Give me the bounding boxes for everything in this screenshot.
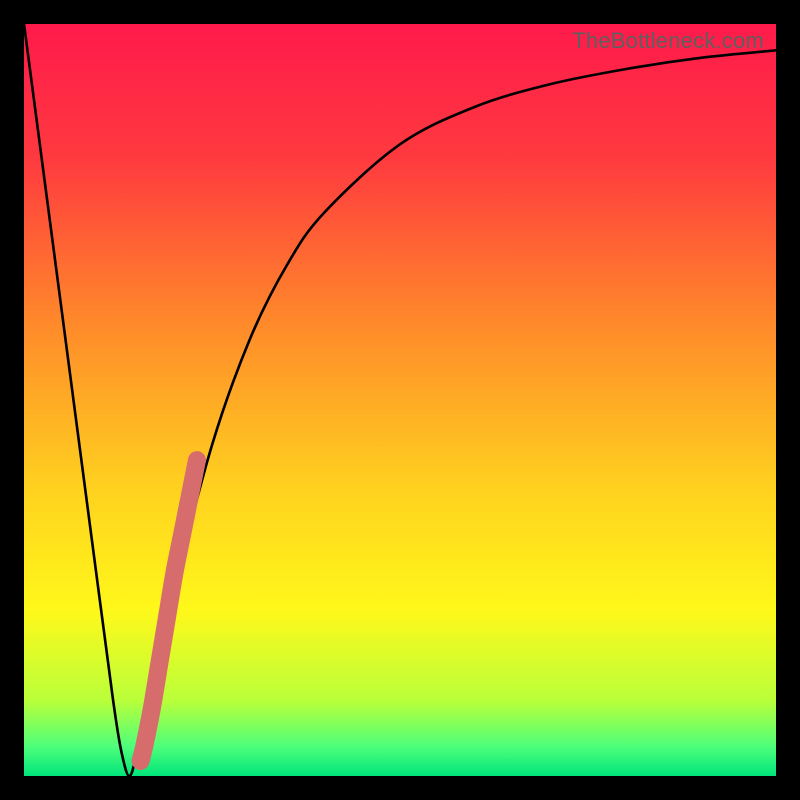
highlight-segment — [141, 460, 197, 761]
curve-layer — [24, 24, 776, 776]
plot-area: TheBottleneck.com — [24, 24, 776, 776]
attribution-label: TheBottleneck.com — [572, 28, 764, 54]
chart-frame: TheBottleneck.com — [0, 0, 800, 800]
bottleneck-curve — [24, 24, 776, 776]
